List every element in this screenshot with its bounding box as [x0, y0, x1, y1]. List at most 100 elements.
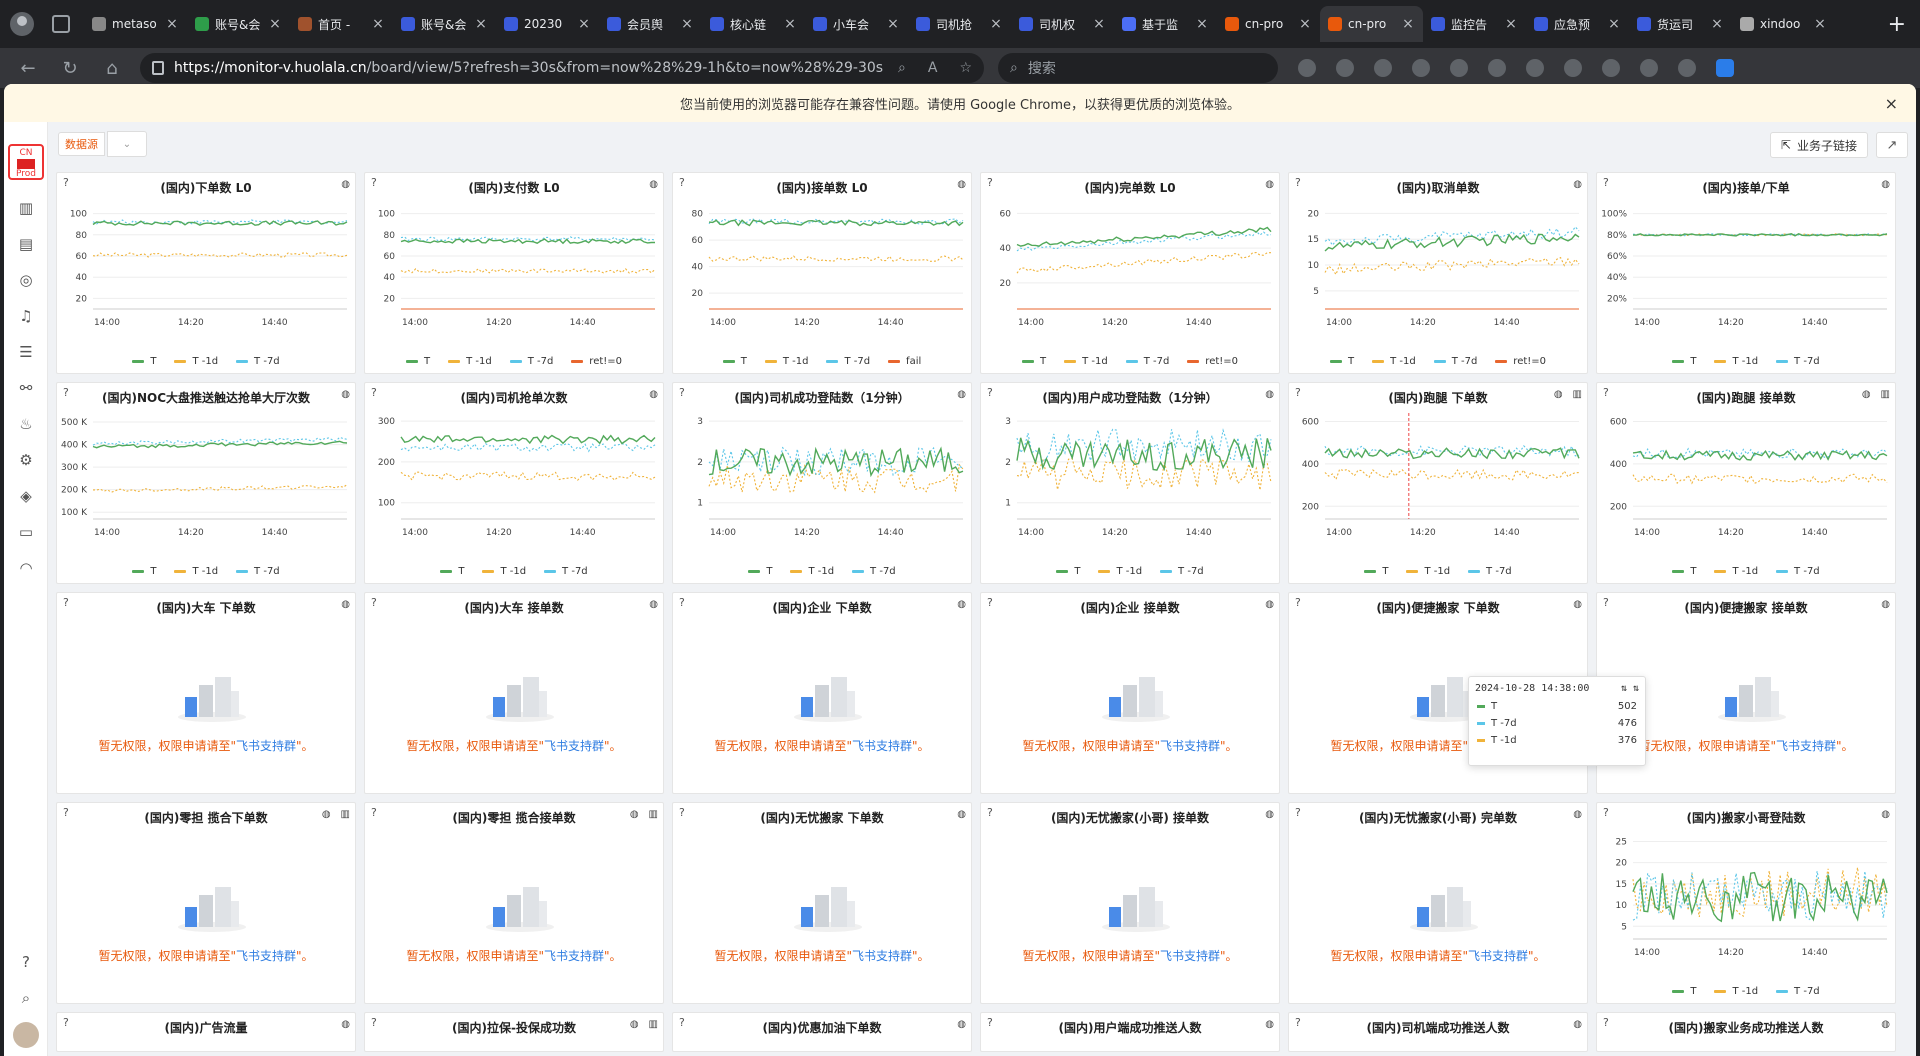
panel-settings-icon[interactable]: ◍ [1265, 599, 1274, 610]
extension-icon[interactable] [1412, 59, 1430, 77]
tab-close-icon[interactable]: × [783, 16, 797, 32]
sort-icon[interactable]: ⇅ ⇅ [1621, 683, 1639, 694]
help-icon[interactable]: ? [679, 386, 685, 399]
panel-settings-icon[interactable]: ◍ [341, 389, 350, 400]
new-tab-icon[interactable]: + [1874, 12, 1920, 37]
tab-close-icon[interactable]: × [268, 16, 282, 32]
browser-tab[interactable]: 账号&会 × [393, 6, 496, 42]
panel-settings-icon[interactable]: ◍ [341, 1019, 350, 1030]
panel-chart-icon[interactable]: ▥ [1881, 389, 1890, 400]
extension-icon[interactable] [1298, 59, 1316, 77]
tab-close-icon[interactable]: × [1092, 16, 1106, 32]
panel-settings-icon[interactable]: ◍ [957, 1019, 966, 1030]
help-icon[interactable]: ? [1295, 806, 1301, 819]
support-group-link[interactable]: 飞书支持群 [236, 949, 296, 963]
panel-chart-icon[interactable]: ▥ [341, 809, 350, 820]
help-icon[interactable]: ? [1295, 176, 1301, 189]
panel-chart-icon[interactable]: ▥ [649, 1019, 658, 1030]
panel-settings-icon[interactable]: ◍ [1554, 389, 1563, 400]
help-icon[interactable]: ? [1603, 806, 1609, 819]
legend-item[interactable]: T [1364, 566, 1388, 577]
gear-icon[interactable]: ⚙ [4, 442, 48, 478]
help-icon[interactable]: ? [63, 386, 69, 399]
tab-close-icon[interactable]: × [1298, 16, 1312, 32]
panel-settings-icon[interactable]: ◍ [1265, 1019, 1274, 1030]
legend-item[interactable]: T [405, 356, 430, 367]
legend-item[interactable]: T -7d [236, 356, 280, 367]
browser-tab[interactable]: 核心链 × [702, 6, 805, 42]
panel-settings-icon[interactable]: ◍ [1881, 599, 1890, 610]
browser-tab[interactable]: 账号&会 × [187, 6, 290, 42]
help-icon[interactable]: ? [1603, 176, 1609, 189]
help-icon[interactable]: ? [371, 176, 377, 189]
legend-item[interactable]: T -1d [448, 356, 492, 367]
help-icon[interactable]: ? [63, 806, 69, 819]
legend-item[interactable]: T -1d [1098, 566, 1142, 577]
tab-close-icon[interactable]: × [577, 16, 591, 32]
help-icon[interactable]: ? [987, 386, 993, 399]
legend-item[interactable]: T -1d [174, 356, 218, 367]
panel-settings-icon[interactable]: ◍ [1573, 179, 1582, 190]
panel-settings-icon[interactable]: ◍ [630, 1019, 639, 1030]
legend-item[interactable]: T [722, 356, 747, 367]
support-group-link[interactable]: 飞书支持群 [544, 739, 604, 753]
help-icon[interactable]: ? [371, 1016, 377, 1029]
legend-item[interactable]: T [1329, 356, 1354, 367]
tab-close-icon[interactable]: × [165, 16, 179, 32]
legend-item[interactable]: fail [888, 356, 921, 367]
panel-settings-icon[interactable]: ◍ [957, 389, 966, 400]
tab-close-icon[interactable]: × [989, 16, 1003, 32]
panel-settings-icon[interactable]: ◍ [1573, 599, 1582, 610]
panel-settings-icon[interactable]: ◍ [1881, 1019, 1890, 1030]
panel-settings-icon[interactable]: ◍ [957, 809, 966, 820]
profile-avatar[interactable] [10, 12, 34, 36]
collections-icon[interactable] [1602, 59, 1620, 77]
panel-settings-icon[interactable]: ◍ [957, 599, 966, 610]
env-badge[interactable]: CN Prod [8, 144, 44, 180]
topology-icon[interactable]: ⚯ [4, 370, 48, 406]
search-icon[interactable]: ⌕ [4, 980, 48, 1016]
legend-item[interactable]: ret!=0 [1187, 356, 1238, 367]
trend-icon[interactable]: ◠ [4, 550, 48, 586]
panel-settings-icon[interactable]: ◍ [1573, 809, 1582, 820]
datasource-select[interactable]: ⌄ [107, 131, 147, 157]
legend-item[interactable]: T -1d [1064, 356, 1108, 367]
bell-icon[interactable]: ♫ [4, 298, 48, 334]
extension-icon[interactable] [1450, 59, 1468, 77]
external-link-icon[interactable]: ↗ [1876, 132, 1908, 158]
panel-settings-icon[interactable]: ◍ [1862, 389, 1871, 400]
help-icon[interactable]: ? [1295, 386, 1301, 399]
browser-tab[interactable]: xindoo × [1732, 6, 1835, 42]
legend-item[interactable]: T [1021, 356, 1046, 367]
legend-item[interactable]: T -1d [790, 566, 834, 577]
support-group-link[interactable]: 飞书支持群 [1776, 739, 1836, 753]
extension-icon[interactable] [1374, 59, 1392, 77]
extension-icon[interactable] [1336, 59, 1354, 77]
legend-item[interactable]: T -7d [544, 566, 588, 577]
browser-tab[interactable]: 监控告 × [1423, 6, 1526, 42]
favorite-star-icon[interactable]: ☆ [959, 60, 972, 76]
support-group-link[interactable]: 飞书支持群 [1160, 949, 1220, 963]
panel-settings-icon[interactable]: ◍ [649, 599, 658, 610]
legend-item[interactable]: T [132, 566, 156, 577]
tab-close-icon[interactable]: × [1710, 16, 1724, 32]
legend-item[interactable]: T -7d [1160, 566, 1204, 577]
user-avatar[interactable] [13, 1022, 39, 1048]
help-icon[interactable]: ? [4, 944, 48, 980]
copilot-icon[interactable] [1716, 59, 1734, 77]
legend-item[interactable]: T -7d [1776, 356, 1820, 367]
panel-chart-icon[interactable]: ▥ [649, 809, 658, 820]
legend-item[interactable]: T -1d [482, 566, 526, 577]
browser-tab[interactable]: 司机权 × [1011, 6, 1114, 42]
help-icon[interactable]: ? [1295, 1016, 1301, 1029]
legend-item[interactable]: T -7d [826, 356, 870, 367]
read-aloud-icon[interactable]: A [928, 60, 938, 76]
legend-item[interactable]: T -7d [852, 566, 896, 577]
tab-close-icon[interactable]: × [1401, 16, 1415, 32]
legend-item[interactable]: T -7d [1776, 986, 1820, 997]
legend-item[interactable]: T [1672, 566, 1696, 577]
tab-close-icon[interactable]: × [680, 16, 694, 32]
browser-tab[interactable]: cn-pro × [1320, 6, 1423, 42]
workspaces-icon[interactable] [52, 15, 70, 33]
tab-close-icon[interactable]: × [371, 16, 385, 32]
